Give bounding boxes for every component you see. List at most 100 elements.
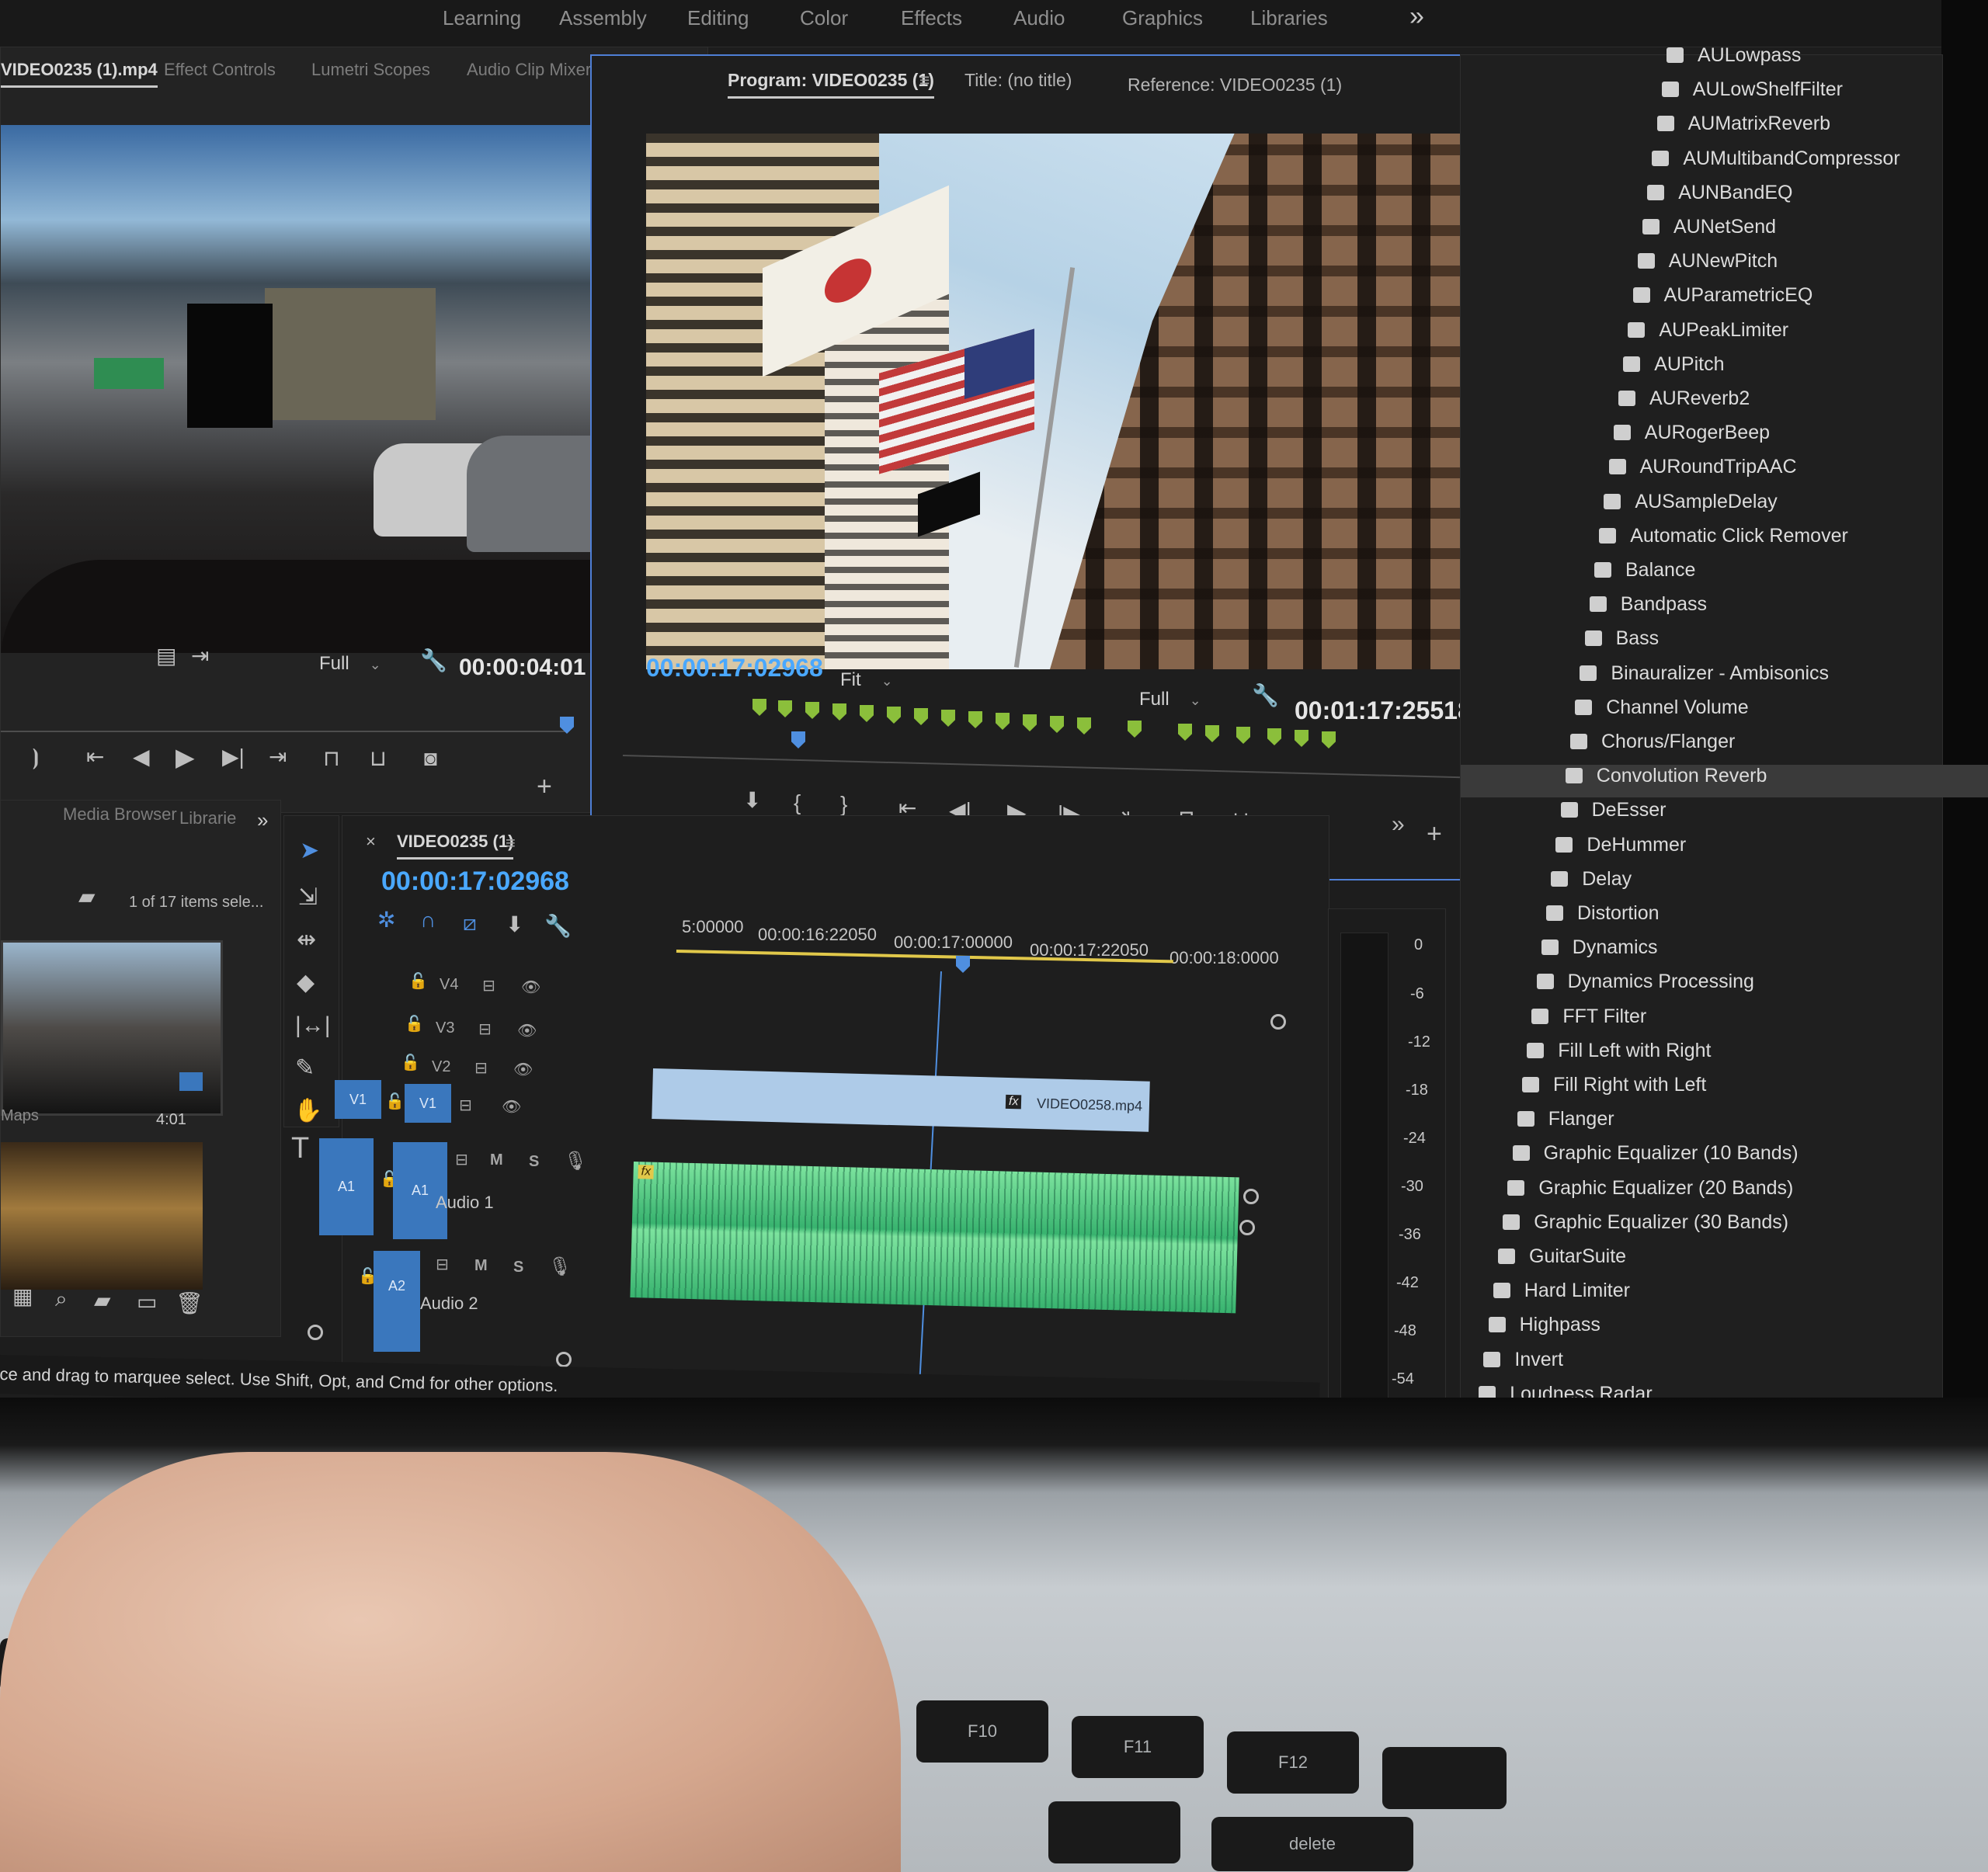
effect-item[interactable]: Distortion	[1461, 902, 1981, 935]
program-controls-overflow-icon[interactable]: »	[1392, 813, 1405, 836]
program-resolution-dropdown[interactable]: Full ⌄	[1139, 689, 1201, 710]
timeline-playhead-handle[interactable]	[956, 956, 970, 973]
effect-item[interactable]: Highpass	[1461, 1314, 1924, 1346]
program-menu-icon[interactable]: ≡	[919, 70, 930, 91]
effect-item[interactable]: Balance	[1461, 559, 1988, 592]
workspaces-overflow-icon[interactable]: »	[1409, 2, 1424, 32]
sync-lock-icon[interactable]: ⊟	[436, 1255, 449, 1274]
sync-lock-icon[interactable]: ⊟	[455, 1150, 468, 1169]
wrench-icon[interactable]: 🔧	[420, 650, 447, 672]
effect-item[interactable]: Dynamics	[1461, 936, 1976, 969]
mute-button[interactable]: M	[490, 1151, 503, 1169]
clip-marker[interactable]	[832, 703, 846, 721]
effect-item[interactable]: Graphic Equalizer (10 Bands)	[1461, 1142, 1948, 1175]
effect-item[interactable]: Chorus/Flanger	[1461, 731, 1988, 763]
mark-in-icon[interactable]: {	[794, 792, 801, 814]
snap-icon[interactable]: ∩	[420, 909, 436, 931]
pen-tool-icon[interactable]: ✎	[295, 1057, 315, 1080]
export-frame-icon[interactable]: ▤	[156, 645, 176, 667]
slip-tool-icon[interactable]: |↔|	[295, 1014, 331, 1037]
effect-item[interactable]: AUMultibandCompressor	[1461, 148, 1988, 180]
button-editor-add-icon[interactable]: +	[1427, 821, 1442, 847]
clip-marker[interactable]	[914, 708, 928, 725]
effect-item[interactable]: Hard Limiter	[1461, 1280, 1928, 1312]
workspace-graphics[interactable]: Graphics	[1122, 6, 1203, 30]
effect-item[interactable]: Automatic Click Remover	[1461, 525, 1988, 557]
mark-out-icon[interactable]: }	[840, 794, 847, 815]
ripple-edit-tool-icon[interactable]: ⇹	[297, 929, 316, 952]
clip-marker[interactable]	[1023, 714, 1037, 731]
step-back-icon[interactable]: ◀	[133, 746, 150, 768]
tab-source-clip[interactable]: VIDEO0235 (1).mp4	[1, 60, 158, 88]
program-playhead[interactable]	[791, 731, 805, 748]
new-bin-icon[interactable]: ▰	[94, 1290, 111, 1311]
lock-icon[interactable]: 🔓	[405, 1014, 424, 1033]
sync-lock-icon[interactable]: ⊟	[459, 1096, 472, 1115]
vertical-scroll-handle[interactable]	[1239, 1220, 1255, 1235]
workspace-effects[interactable]: Effects	[901, 6, 962, 30]
tab-sequence[interactable]: VIDEO0235 (1)	[397, 832, 514, 860]
lock-icon[interactable]: 🔓	[385, 1092, 405, 1111]
type-tool-icon[interactable]: T	[291, 1134, 309, 1163]
effect-item[interactable]: FFT Filter	[1461, 1005, 1966, 1038]
microphone-icon[interactable]: 🎙	[564, 1150, 587, 1172]
solo-button[interactable]: S	[513, 1259, 523, 1276]
insert-clip-icon[interactable]: ⊓	[323, 748, 340, 769]
effect-item[interactable]: Binauralizer - Ambisonics	[1461, 662, 1988, 695]
linked-selection-icon[interactable]: ⧄	[463, 912, 477, 934]
effect-item[interactable]: Flanger	[1461, 1108, 1952, 1141]
workspace-assembly[interactable]: Assembly	[559, 6, 647, 30]
effect-item[interactable]: AUNetSend	[1461, 216, 1988, 248]
workspace-libraries[interactable]: Libraries	[1250, 6, 1328, 30]
clip-marker[interactable]	[887, 707, 901, 724]
workspace-audio[interactable]: Audio	[1013, 6, 1065, 30]
effect-item[interactable]: AUParametricEQ	[1461, 284, 1988, 317]
effect-item[interactable]: AUReverb2	[1461, 387, 1988, 420]
workspace-learning[interactable]: Learning	[443, 6, 521, 30]
track-scroll-handle[interactable]	[556, 1352, 572, 1367]
clip-marker[interactable]	[1236, 727, 1250, 744]
effect-item[interactable]: AURoundTripAAC	[1461, 456, 1988, 488]
eye-icon[interactable]: 👁	[521, 978, 540, 997]
source-resolution-dropdown[interactable]: Full ⌄	[319, 653, 381, 675]
close-sequence-icon[interactable]: ×	[366, 832, 376, 852]
key-delete[interactable]: delete	[1211, 1817, 1413, 1871]
effect-item[interactable]: DeEsser	[1461, 799, 1988, 832]
hand-tool-icon[interactable]: ✋	[294, 1099, 322, 1123]
tab-media-browser[interactable]: Media Browser	[63, 804, 177, 825]
track-label-a1[interactable]: A1	[393, 1142, 447, 1239]
clip-marker[interactable]	[778, 700, 792, 717]
camera-icon[interactable]: ◙	[424, 748, 437, 769]
mark-out-icon[interactable]: ⦘	[32, 746, 39, 768]
track-select-tool-icon[interactable]: ⇲	[298, 886, 318, 909]
audio-clip[interactable]: fx	[630, 1162, 1239, 1314]
track-label-v1[interactable]: V1	[405, 1084, 451, 1123]
effect-item[interactable]: Delay	[1461, 868, 1986, 901]
go-to-in-icon[interactable]: ⇤	[86, 746, 104, 768]
project-tabs-overflow-icon[interactable]: »	[257, 808, 268, 832]
lock-icon[interactable]: 🔓	[401, 1053, 420, 1072]
razor-tool-icon[interactable]: ◆	[297, 971, 315, 995]
key-f12[interactable]: F12	[1227, 1731, 1359, 1794]
list-view-icon[interactable]: ▦	[12, 1286, 33, 1308]
effect-item[interactable]: AUSampleDelay	[1461, 491, 1988, 523]
track-scroll-handle[interactable]	[308, 1325, 323, 1340]
sync-lock-icon[interactable]: ⊟	[478, 1019, 492, 1039]
key-power[interactable]	[1382, 1747, 1507, 1809]
effect-item[interactable]: GuitarSuite	[1461, 1245, 1933, 1278]
effect-item[interactable]: AUNewPitch	[1461, 250, 1988, 283]
workspace-color[interactable]: Color	[800, 6, 848, 30]
effect-item[interactable]: AULowpass	[1461, 44, 1988, 77]
clip-thumbnail-2[interactable]	[1, 1142, 203, 1290]
sync-lock-icon[interactable]: ⊟	[482, 976, 495, 995]
eye-icon[interactable]: 👁	[513, 1060, 533, 1079]
mute-button[interactable]: M	[474, 1257, 488, 1275]
effect-item[interactable]: AUMatrixReverb	[1461, 113, 1988, 145]
settings-wrench-icon[interactable]: 🔧	[1252, 685, 1279, 707]
selection-tool-icon[interactable]: ➤	[300, 839, 319, 863]
effect-item[interactable]: Fill Right with Left	[1461, 1074, 1957, 1106]
timeline-settings-wrench-icon[interactable]: 🔧	[544, 915, 572, 937]
effect-item[interactable]: AURogerBeep	[1461, 422, 1988, 454]
add-marker-icon[interactable]: ⬇	[506, 914, 523, 936]
clip-marker[interactable]	[1050, 716, 1064, 733]
